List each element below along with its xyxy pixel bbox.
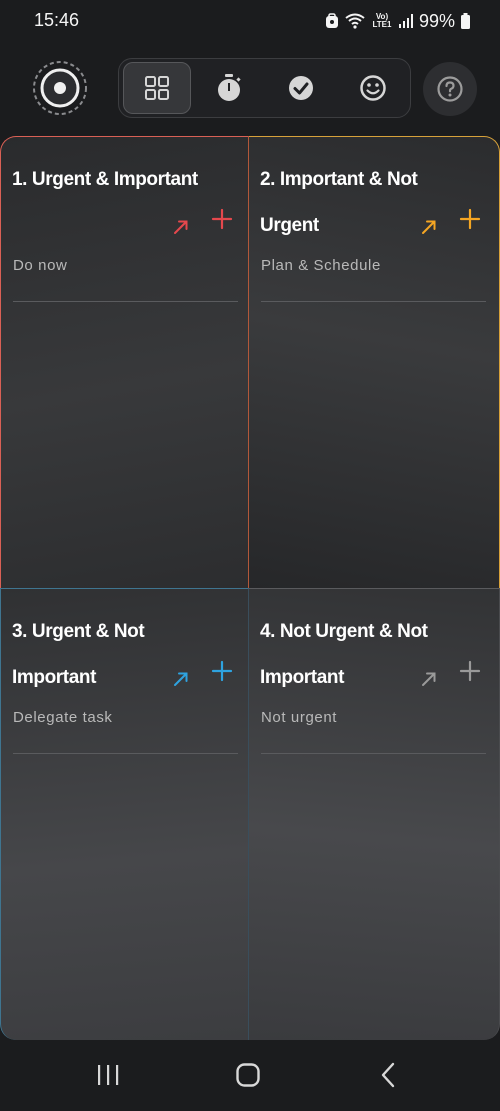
home-icon [236,1063,260,1087]
system-nav-bar [0,1040,500,1111]
divider [13,301,238,302]
signal-icon [398,14,413,28]
add-task-icon[interactable] [210,659,234,683]
mood-tab[interactable] [339,62,407,114]
matrix-tab[interactable] [123,62,191,114]
help-button[interactable] [423,62,477,116]
grid-icon [145,76,169,100]
stopwatch-icon [218,74,241,101]
status-bar: 15:46 Vo) LTE1 99% [0,0,500,44]
check-circle-icon [289,76,313,100]
quadrant-title: 1. Urgent & Important [12,169,198,190]
completed-tab[interactable] [267,62,335,114]
divider [261,301,486,302]
battery-percentage: 99% [418,10,455,31]
quadrant-subtitle: Plan & Schedule [261,257,381,274]
app-notification-icon [325,13,339,29]
battery-icon [461,13,470,29]
help-icon [437,76,463,102]
quadrant-title: 3. Urgent & Not Important [12,621,145,688]
quadrant-subtitle: Do now [13,257,68,274]
home-button[interactable] [228,1060,268,1090]
smiley-icon [360,75,386,101]
timer-tab[interactable] [195,62,263,114]
recent-apps-icon [98,1065,119,1085]
status-icons: Vo) LTE1 99% [325,9,470,33]
eisenhower-matrix: 1. Urgent & Important Do now 2. Importan… [0,136,500,1040]
network-type-label: Vo) LTE1 [372,12,392,29]
expand-arrow-icon[interactable] [171,669,191,689]
add-task-icon[interactable] [458,207,482,231]
expand-arrow-icon[interactable] [419,669,439,689]
quadrant-important-not-urgent: 2. Important & Not Urgent Plan & Schedul… [249,136,500,588]
quadrant-subtitle: Delegate task [13,709,113,726]
focus-ring-icon [33,61,87,115]
quadrant-title: 2. Important & Not Urgent [260,169,418,236]
add-task-icon[interactable] [458,659,482,683]
wifi-icon [345,13,365,29]
expand-arrow-icon[interactable] [419,217,439,237]
recent-apps-button[interactable] [88,1060,128,1090]
divider [261,753,486,754]
focus-ring-button[interactable] [31,59,89,117]
quadrant-title: 4. Not Urgent & Not Important [260,621,428,688]
back-icon [381,1062,395,1088]
divider [13,753,238,754]
status-time: 15:46 [34,10,80,30]
view-switcher [118,58,411,118]
expand-arrow-icon[interactable] [171,217,191,237]
quadrant-urgent-important: 1. Urgent & Important Do now [0,136,249,588]
back-button[interactable] [368,1060,408,1090]
quadrant-urgent-not-important: 3. Urgent & Not Important Delegate task [0,588,249,1040]
quadrant-not-urgent-not-important: 4. Not Urgent & Not Important Not urgent [249,588,500,1040]
add-task-icon[interactable] [210,207,234,231]
quadrant-subtitle: Not urgent [261,709,338,726]
